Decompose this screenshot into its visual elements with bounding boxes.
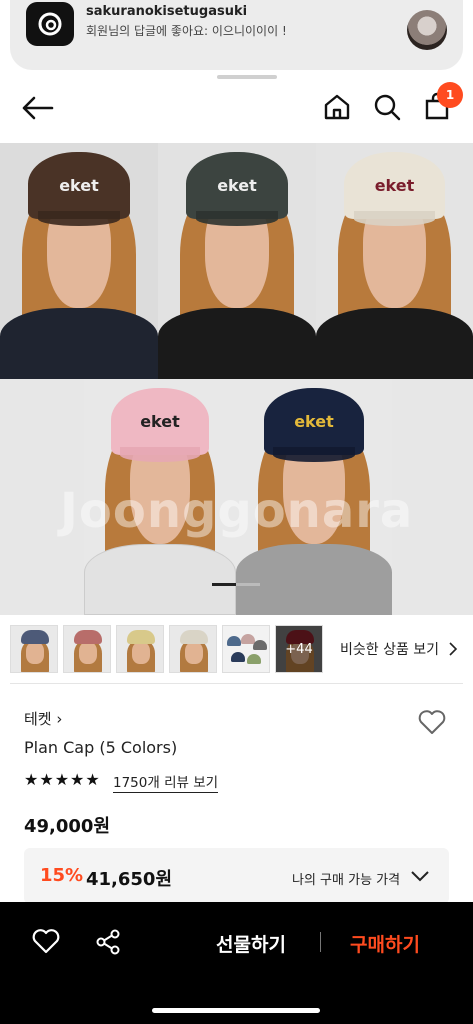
cart-count-badge: 1 (437, 82, 463, 108)
notification-banner[interactable]: sakuranokisetugasuki 회원님의 답글에 좋아요: 이으니이이… (10, 0, 463, 79)
thumbnail-3[interactable] (116, 625, 164, 673)
star-icon: ★ (39, 770, 54, 789)
sale-price: 41,650원 (86, 869, 173, 890)
model-photo-cream: eket (316, 143, 473, 379)
watermark: Joonggonara (60, 483, 414, 539)
original-price: 49,000원 (24, 816, 111, 837)
top-nav: 1 (0, 80, 473, 136)
notification-sender: sakuranokisetugasuki (86, 4, 248, 19)
search-icon[interactable] (372, 92, 402, 122)
home-indicator (152, 1008, 320, 1013)
thumbnail-more[interactable]: +44 (275, 625, 323, 673)
discount-percent: 15% (40, 865, 84, 886)
divider (10, 683, 463, 684)
product-name: Plan Cap (5 Colors) (24, 738, 178, 757)
carousel-indicator (212, 583, 260, 586)
buy-button[interactable]: 구매하기 (350, 930, 420, 957)
my-price-dropdown[interactable]: 15% 41,650원 나의 구매 가능 가격 (24, 848, 449, 904)
brand-link[interactable]: 테켓 › (24, 708, 62, 729)
star-icon: ★ (85, 770, 100, 789)
product-image-carousel[interactable]: eket eket eket eket eket Joonggonara (0, 143, 473, 615)
notification-message: 회원님의 답글에 좋아요: 이으니이이이 ! (86, 24, 287, 38)
thumbnail-5[interactable] (222, 625, 270, 673)
notification-handle (217, 75, 277, 79)
star-icon: ★ (54, 770, 70, 789)
chevron-right-icon: › (56, 710, 63, 728)
separator (320, 932, 321, 952)
thumbnail-2[interactable] (63, 625, 111, 673)
thumbnail-1[interactable] (10, 625, 58, 673)
wishlist-heart-icon[interactable] (416, 706, 448, 738)
more-thumbnails-count: +44 (276, 626, 322, 672)
star-rating: ★ ★ ★ ★ ★ (24, 770, 100, 790)
star-icon: ★ (70, 770, 85, 789)
brand-name: 테켓 (24, 710, 52, 728)
model-photo-grey: eket (158, 143, 316, 379)
reviews-link[interactable]: 1750개 리뷰 보기 (113, 771, 219, 793)
star-icon: ★ (24, 770, 39, 789)
heart-icon[interactable] (32, 928, 60, 954)
gift-button[interactable]: 선물하기 (216, 930, 286, 957)
chevron-right-icon (449, 642, 458, 656)
back-arrow-icon[interactable] (20, 92, 56, 124)
threads-icon (26, 2, 74, 46)
model-photo-brown: eket (0, 143, 158, 379)
chevron-down-icon (411, 871, 429, 882)
thumbnail-strip: +44 비슷한 상품 보기 (10, 625, 463, 673)
bottom-action-bar: 선물하기 구매하기 (0, 902, 473, 1024)
similar-products-link[interactable]: 비슷한 상품 보기 (340, 639, 439, 659)
thumbnail-4[interactable] (169, 625, 217, 673)
avatar (407, 10, 447, 50)
home-icon[interactable] (322, 92, 352, 122)
share-icon[interactable] (94, 928, 122, 956)
my-price-label: 나의 구매 가능 가격 (292, 873, 401, 888)
